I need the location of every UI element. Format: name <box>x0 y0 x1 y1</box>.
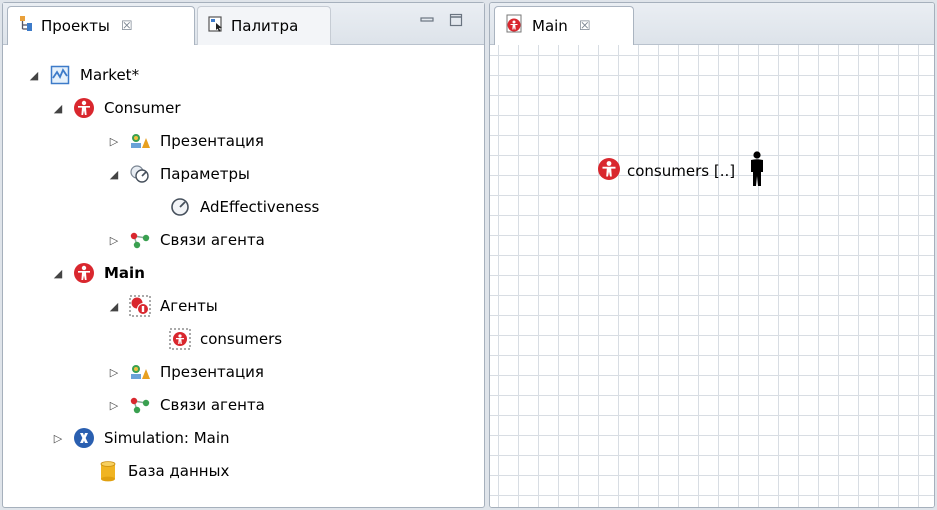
collapse-triangle-icon[interactable]: ◢ <box>27 69 41 82</box>
agent-type-icon <box>505 14 525 38</box>
maximize-icon[interactable] <box>449 13 463 27</box>
collapse-triangle-icon[interactable]: ◢ <box>51 102 65 115</box>
tree-item-label: Презентация <box>160 132 264 150</box>
tree-item-label: Market* <box>80 66 140 84</box>
tree-item-agent-links[interactable]: ▷ Связи агента <box>107 225 265 255</box>
presentation-icon <box>129 130 151 152</box>
tab-main[interactable]: Main ☒ <box>494 6 634 45</box>
tree-item-label: Агенты <box>160 297 218 315</box>
tree-item-market[interactable]: ◢ Market* <box>27 60 139 90</box>
tree-item-label: Связи агента <box>160 231 265 249</box>
tree-item-presentation[interactable]: ▷ Презентация <box>107 357 264 387</box>
tab-projects[interactable]: Проекты ☒ <box>7 6 195 45</box>
parameters-icon <box>129 163 151 185</box>
tab-projects-label: Проекты <box>41 17 110 35</box>
tree-item-simulation[interactable]: ▷ Simulation: Main <box>51 423 230 453</box>
close-icon[interactable]: ☒ <box>121 19 133 34</box>
agent-links-icon <box>129 229 151 251</box>
palette-icon <box>208 15 224 37</box>
canvas-agent-consumers[interactable]: consumers [..] <box>597 151 765 191</box>
canvas-agent-label: consumers [..] <box>627 162 736 180</box>
expand-triangle-icon[interactable]: ▷ <box>51 432 65 445</box>
tree-item-label: consumers <box>200 330 283 348</box>
simulation-icon <box>73 427 95 449</box>
close-icon[interactable]: ☒ <box>579 19 591 34</box>
projects-icon <box>18 15 34 37</box>
tree-item-label: Параметры <box>160 165 250 183</box>
collapse-triangle-icon[interactable]: ◢ <box>107 300 121 313</box>
editor-tab-bar: Main ☒ <box>490 3 934 45</box>
tree-item-label: Презентация <box>160 363 264 381</box>
tree-item-consumer[interactable]: ◢ Consumer <box>51 93 181 123</box>
parameter-icon <box>169 196 191 218</box>
projects-panel: Проекты ☒ Палитра ◢ Market* ◢ Consumer ▷… <box>2 2 485 508</box>
projects-tab-bar: Проекты ☒ Палитра <box>3 3 484 45</box>
agent-type-icon <box>597 157 621 185</box>
tree-item-parameters[interactable]: ◢ Параметры <box>107 159 250 189</box>
collapse-triangle-icon[interactable]: ◢ <box>51 267 65 280</box>
agents-icon <box>129 295 151 317</box>
tree-item-adeffectiveness[interactable]: AdEffectiveness <box>169 192 319 222</box>
model-icon <box>49 64 71 86</box>
tab-main-label: Main <box>532 17 568 35</box>
tree-item-agent-links[interactable]: ▷ Связи агента <box>107 390 265 420</box>
expand-triangle-icon[interactable]: ▷ <box>107 135 121 148</box>
expand-triangle-icon[interactable]: ▷ <box>107 399 121 412</box>
tree-item-label: Simulation: Main <box>104 429 230 447</box>
tree-item-consumers[interactable]: consumers <box>169 324 282 354</box>
expand-triangle-icon[interactable]: ▷ <box>107 234 121 247</box>
tree-item-label: AdEffectiveness <box>200 198 320 216</box>
tree-item-main[interactable]: ◢ Main <box>51 258 145 288</box>
agent-type-icon <box>73 97 95 119</box>
agent-type-icon <box>73 262 95 284</box>
person-figure-icon <box>749 151 765 191</box>
tab-palette-label: Палитра <box>231 17 299 35</box>
diagram-canvas[interactable]: consumers [..] <box>490 45 934 507</box>
agent-population-icon <box>169 328 191 350</box>
tree-item-database[interactable]: База данных <box>73 456 229 486</box>
collapse-triangle-icon[interactable]: ◢ <box>107 168 121 181</box>
tree-item-label: Связи агента <box>160 396 265 414</box>
minimize-icon[interactable] <box>420 13 434 27</box>
tree-item-label: База данных <box>128 462 230 480</box>
expand-triangle-icon[interactable]: ▷ <box>107 366 121 379</box>
tree-item-presentation[interactable]: ▷ Презентация <box>107 126 264 156</box>
tree-item-label: Main <box>104 264 145 282</box>
database-icon <box>97 460 119 482</box>
tab-palette[interactable]: Палитра <box>197 6 331 45</box>
tree-item-label: Consumer <box>104 99 181 117</box>
editor-panel: Main ☒ consumers [..] <box>489 2 935 508</box>
presentation-icon <box>129 361 151 383</box>
tree-item-agents[interactable]: ◢ Агенты <box>107 291 218 321</box>
agent-links-icon <box>129 394 151 416</box>
